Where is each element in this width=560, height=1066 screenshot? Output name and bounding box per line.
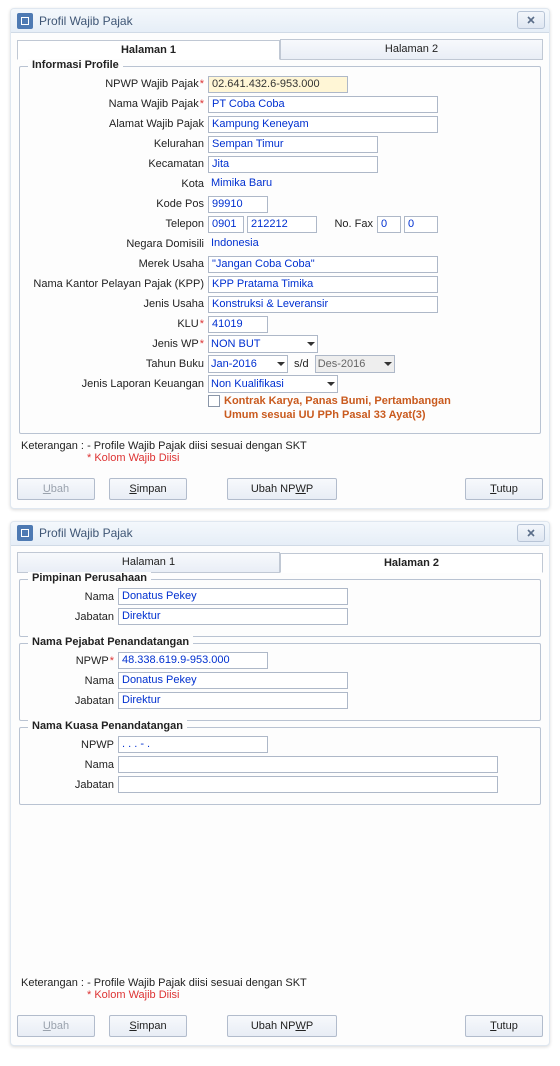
group-pimpinan: Pimpinan Perusahaan Nama Donatus Pekey J… xyxy=(19,579,541,637)
telepon-area-field[interactable]: 0901 xyxy=(208,216,244,233)
tab-halaman-1[interactable]: Halaman 1 xyxy=(17,40,280,60)
kuasa-jabatan-field[interactable] xyxy=(118,776,498,793)
label-pimpinan-nama: Nama xyxy=(28,591,118,603)
tahun-buku-start-select[interactable]: Jan-2016 xyxy=(208,355,288,373)
window-title: Profil Wajib Pajak xyxy=(39,14,133,28)
label-jenis-usaha: Jenis Usaha xyxy=(28,298,208,310)
ubah-npwp-button[interactable]: Ubah NPWP xyxy=(227,478,337,500)
kodepos-field[interactable]: 99910 xyxy=(208,196,268,213)
kontrak-checkbox[interactable] xyxy=(208,395,220,407)
kota-field: Mimika Baru xyxy=(208,176,378,193)
label-pejabat-jabatan: Jabatan xyxy=(28,695,118,707)
pimpinan-jabatan-field[interactable]: Direktur xyxy=(118,608,348,625)
alamat-field[interactable]: Kampung Keneyam xyxy=(208,116,438,133)
ubah-button[interactable]: Ubah xyxy=(17,1015,95,1037)
close-icon xyxy=(526,528,536,538)
legend-pimpinan: Pimpinan Perusahaan xyxy=(28,572,151,584)
group-informasi-profile: Informasi Profile NPWP Wajib Pajak* 02.6… xyxy=(19,66,541,434)
window-profil-wajib-pajak-2: Profil Wajib Pajak Halaman 1 Halaman 2 P… xyxy=(10,521,550,1046)
titlebar[interactable]: Profil Wajib Pajak xyxy=(11,9,549,33)
label-kuasa-nama: Nama xyxy=(28,759,118,771)
tutup-button[interactable]: Tutup xyxy=(465,1015,543,1037)
tahun-buku-end-select[interactable]: Des-2016 xyxy=(315,355,395,373)
window-profil-wajib-pajak: Profil Wajib Pajak Halaman 1 Halaman 2 I… xyxy=(10,8,550,509)
titlebar[interactable]: Profil Wajib Pajak xyxy=(11,522,549,546)
klu-field[interactable]: 41019 xyxy=(208,316,268,333)
keterangan-block: Keterangan : - Profile Wajib Pajak diisi… xyxy=(21,977,539,1001)
tab-halaman-1[interactable]: Halaman 1 xyxy=(17,552,280,572)
tab-bar: Halaman 1 Halaman 2 xyxy=(17,39,543,60)
kpp-field[interactable]: KPP Pratama Timika xyxy=(208,276,438,293)
fax-number-field[interactable]: 0 xyxy=(404,216,438,233)
label-nofax: No. Fax xyxy=(317,218,377,230)
legend-kuasa: Nama Kuasa Penandatangan xyxy=(28,720,187,732)
label-jenis-wp: Jenis WP* xyxy=(28,338,208,350)
app-icon xyxy=(17,13,33,29)
label-kuasa-npwp: NPWP xyxy=(28,739,118,751)
label-pimpinan-jabatan: Jabatan xyxy=(28,611,118,623)
simpan-button[interactable]: Simpan xyxy=(109,478,187,500)
group-kuasa: Nama Kuasa Penandatangan NPWP . . . - . … xyxy=(19,727,541,805)
label-nama-wp: Nama Wajib Pajak* xyxy=(28,98,208,110)
negara-field: Indonesia xyxy=(208,236,378,253)
jlk-select[interactable]: Non Kualifikasi xyxy=(208,375,338,393)
label-telepon: Telepon xyxy=(28,218,208,230)
jenis-wp-select[interactable]: NON BUT xyxy=(208,335,318,353)
button-bar: Ubah Simpan Ubah NPWP Tutup xyxy=(11,474,549,508)
kecamatan-field[interactable]: Jita xyxy=(208,156,378,173)
telepon-number-field[interactable]: 212212 xyxy=(247,216,317,233)
close-button[interactable] xyxy=(517,11,545,29)
ubah-button[interactable]: Ubah xyxy=(17,478,95,500)
label-pejabat-npwp: NPWP* xyxy=(28,655,118,667)
label-kontrak: Kontrak Karya, Panas Bumi, Pertambangan … xyxy=(224,395,484,423)
button-bar: Ubah Simpan Ubah NPWP Tutup xyxy=(11,1011,549,1045)
label-pejabat-nama: Nama xyxy=(28,675,118,687)
body-halaman-1: Informasi Profile NPWP Wajib Pajak* 02.6… xyxy=(11,60,549,474)
npwp-field[interactable]: 02.641.432.6-953.000 xyxy=(208,76,348,93)
pejabat-jabatan-field[interactable]: Direktur xyxy=(118,692,348,709)
group-pejabat: Nama Pejabat Penandatangan NPWP* 48.338.… xyxy=(19,643,541,721)
tab-halaman-2[interactable]: Halaman 2 xyxy=(280,553,543,573)
tab-bar: Halaman 1 Halaman 2 xyxy=(17,552,543,573)
legend-pejabat: Nama Pejabat Penandatangan xyxy=(28,636,193,648)
label-merek: Merek Usaha xyxy=(28,258,208,270)
kuasa-nama-field[interactable] xyxy=(118,756,498,773)
label-sd: s/d xyxy=(288,358,315,370)
pejabat-npwp-field[interactable]: 48.338.619.9-953.000 xyxy=(118,652,268,669)
label-tahun-buku: Tahun Buku xyxy=(28,358,208,370)
ubah-npwp-button[interactable]: Ubah NPWP xyxy=(227,1015,337,1037)
close-button[interactable] xyxy=(517,524,545,542)
fax-area-field[interactable]: 0 xyxy=(377,216,401,233)
nama-wp-field[interactable]: PT Coba Coba xyxy=(208,96,438,113)
label-kecamatan: Kecamatan xyxy=(28,158,208,170)
kuasa-npwp-field[interactable]: . . . - . xyxy=(118,736,268,753)
label-negara: Negara Domisili xyxy=(28,238,208,250)
label-kota: Kota xyxy=(28,178,208,190)
app-icon xyxy=(17,525,33,541)
tutup-button[interactable]: Tutup xyxy=(465,478,543,500)
label-kelurahan: Kelurahan xyxy=(28,138,208,150)
label-klu: KLU* xyxy=(28,318,208,330)
label-jlk: Jenis Laporan Keuangan xyxy=(28,378,208,390)
merek-field[interactable]: "Jangan Coba Coba" xyxy=(208,256,438,273)
label-kuasa-jabatan: Jabatan xyxy=(28,779,118,791)
jenis-usaha-field[interactable]: Konstruksi & Leveransir xyxy=(208,296,438,313)
simpan-button[interactable]: Simpan xyxy=(109,1015,187,1037)
label-npwp: NPWP Wajib Pajak* xyxy=(28,78,208,90)
keterangan-block: Keterangan : - Profile Wajib Pajak diisi… xyxy=(21,440,539,464)
label-kpp: Nama Kantor Pelayan Pajak (KPP) xyxy=(28,278,208,290)
tab-halaman-2[interactable]: Halaman 2 xyxy=(280,39,543,59)
label-kodepos: Kode Pos xyxy=(28,198,208,210)
pimpinan-nama-field[interactable]: Donatus Pekey xyxy=(118,588,348,605)
window-title: Profil Wajib Pajak xyxy=(39,526,133,540)
body-halaman-2: Pimpinan Perusahaan Nama Donatus Pekey J… xyxy=(11,573,549,1011)
pejabat-nama-field[interactable]: Donatus Pekey xyxy=(118,672,348,689)
kelurahan-field[interactable]: Sempan Timur xyxy=(208,136,378,153)
label-alamat: Alamat Wajib Pajak xyxy=(28,118,208,130)
spacer xyxy=(19,811,541,971)
legend-informasi-profile: Informasi Profile xyxy=(28,59,123,71)
close-icon xyxy=(526,15,536,25)
